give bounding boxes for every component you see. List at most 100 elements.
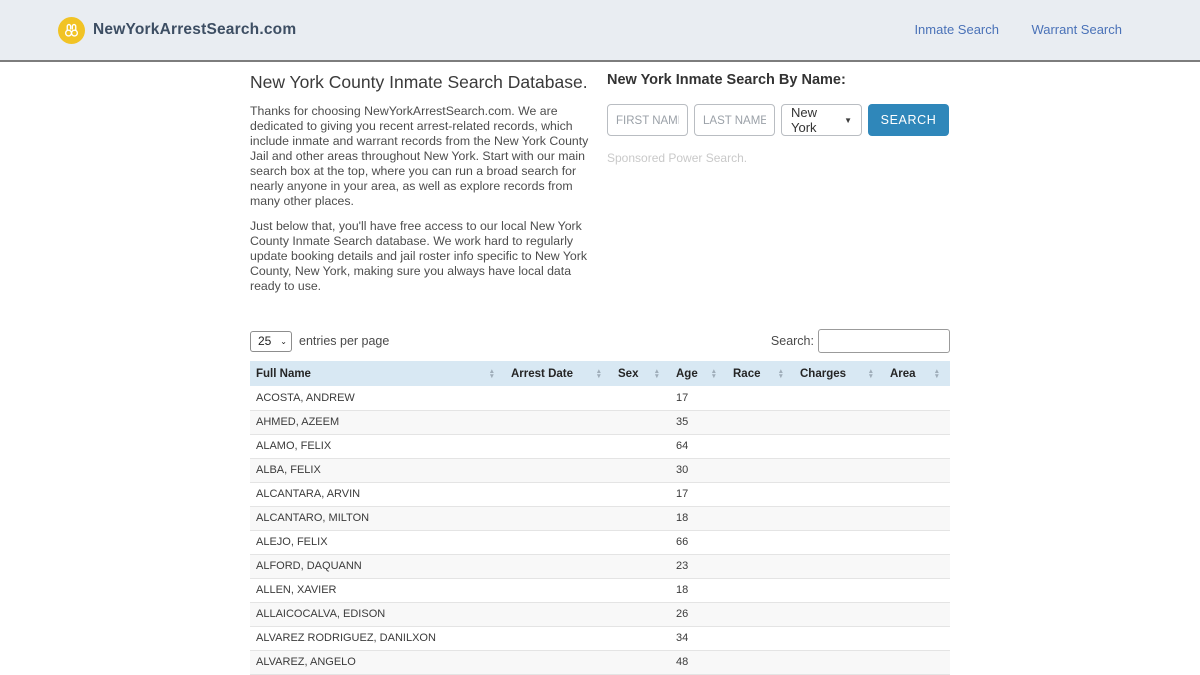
table-row[interactable]: ALCANTARO, MILTON 18 [250,506,950,531]
name-search-panel: New York Inmate Search By Name: New York… [607,66,950,304]
cell-full-name: ALLAICOCALVA, EDISON [250,602,505,627]
page-size-select[interactable]: 25 ⌄ [250,330,292,352]
state-select-value: New York [791,105,818,135]
cell-sex [612,506,670,531]
first-name-input[interactable] [607,104,688,136]
col-header-sex[interactable]: Sex ▲ ▼ [612,361,670,386]
site-header: NewYorkArrestSearch.com Inmate Search Wa… [0,0,1200,62]
sort-icon: ▲ ▼ [777,367,784,380]
cell-age: 18 [670,578,727,603]
table-row[interactable]: ALCANTARA, ARVIN 17 [250,482,950,507]
table-row[interactable]: ACOSTA, ANDREW 17 [250,386,950,411]
cell-arrest-date [505,626,612,651]
cell-arrest-date [505,650,612,675]
cell-area [884,410,950,435]
cell-area [884,650,950,675]
cell-age: 26 [670,602,727,627]
table-row[interactable]: ALLAICOCALVA, EDISON 26 [250,602,950,627]
cell-sex [612,530,670,555]
cell-area [884,602,950,627]
cell-race [727,626,794,651]
entries-per-page-label: entries per page [299,334,390,348]
cell-area [884,626,950,651]
cell-full-name: ALVAREZ RODRIGUEZ, DANILXON [250,626,505,651]
cell-area [884,386,950,411]
cell-charges [794,578,884,603]
nav-inmate-search[interactable]: Inmate Search [914,22,999,37]
state-select[interactable]: New York ▼ [781,104,862,136]
last-name-input[interactable] [694,104,775,136]
sort-icon: ▲ ▼ [488,367,495,380]
intro-paragraph-1: Thanks for choosing NewYorkArrestSearch.… [250,104,589,208]
cell-full-name: ALFORD, DAQUANN [250,554,505,579]
inmate-table: Full Name ▲ ▼ Arrest Date ▲ ▼ Sex ▲ ▼ Age ▲… [250,361,950,675]
cell-full-name: ALCANTARO, MILTON [250,506,505,531]
cell-sex [612,602,670,627]
table-row[interactable]: ALVAREZ, ANGELO 48 [250,650,950,675]
cell-arrest-date [505,506,612,531]
table-row[interactable]: ALFORD, DAQUANN 23 [250,554,950,579]
col-header-charges[interactable]: Charges ▲ ▼ [794,361,884,386]
sort-icon: ▲ ▼ [710,367,717,380]
cell-age: 35 [670,410,727,435]
cell-area [884,482,950,507]
col-header-area[interactable]: Area ▲ ▼ [884,361,950,386]
intro-section: New York County Inmate Search Database. … [250,66,600,304]
cell-age: 17 [670,482,727,507]
cell-sex [612,482,670,507]
cell-sex [612,650,670,675]
cell-charges [794,602,884,627]
cell-race [727,602,794,627]
sponsored-label: Sponsored Power Search. [607,151,748,165]
cell-age: 48 [670,650,727,675]
table-row[interactable]: ALAMO, FELIX 64 [250,434,950,459]
cell-age: 30 [670,458,727,483]
cell-area [884,554,950,579]
table-search-label: Search: [770,334,814,348]
cell-age: 34 [670,626,727,651]
cell-charges [794,410,884,435]
cell-charges [794,458,884,483]
cell-arrest-date [505,602,612,627]
brand-logo[interactable]: NewYorkArrestSearch.com [58,16,297,44]
brand-name: NewYorkArrestSearch.com [93,21,297,38]
handcuffs-icon [58,16,85,44]
inmate-table-header: Full Name ▲ ▼ Arrest Date ▲ ▼ Sex ▲ ▼ Age ▲… [250,361,950,386]
cell-race [727,458,794,483]
page-size-value: 25 [258,334,272,348]
table-row[interactable]: AHMED, AZEEM 35 [250,410,950,435]
cell-sex [612,626,670,651]
cell-arrest-date [505,578,612,603]
sort-icon: ▲ ▼ [933,367,940,380]
table-row[interactable]: ALVAREZ RODRIGUEZ, DANILXON 34 [250,626,950,651]
cell-arrest-date [505,386,612,411]
cell-arrest-date [505,554,612,579]
table-search-input[interactable] [818,329,950,353]
cell-charges [794,530,884,555]
table-row[interactable]: ALLEN, XAVIER 18 [250,578,950,603]
table-search-controls: Search: [771,329,950,353]
col-header-age[interactable]: Age ▲ ▼ [670,361,727,386]
cell-race [727,482,794,507]
cell-age: 66 [670,530,727,555]
col-header-race[interactable]: Race ▲ ▼ [727,361,794,386]
search-panel-title: New York Inmate Search By Name: [607,72,846,88]
cell-charges [794,434,884,459]
table-row[interactable]: ALEJO, FELIX 66 [250,530,950,555]
cell-race [727,554,794,579]
table-row[interactable]: ALBA, FELIX 30 [250,458,950,483]
cell-sex [612,458,670,483]
cell-race [727,506,794,531]
cell-area [884,530,950,555]
cell-arrest-date [505,482,612,507]
col-header-full-name[interactable]: Full Name ▲ ▼ [250,361,505,386]
cell-area [884,578,950,603]
cell-area [884,506,950,531]
main-content: New York County Inmate Search Database. … [250,66,950,675]
col-header-arrest-date[interactable]: Arrest Date ▲ ▼ [505,361,612,386]
sort-icon: ▲ ▼ [653,367,660,380]
cell-age: 17 [670,386,727,411]
search-button[interactable]: SEARCH [868,104,949,136]
intro-paragraph-2: Just below that, you'll have free access… [250,219,587,293]
nav-warrant-search[interactable]: Warrant Search [1031,22,1122,37]
